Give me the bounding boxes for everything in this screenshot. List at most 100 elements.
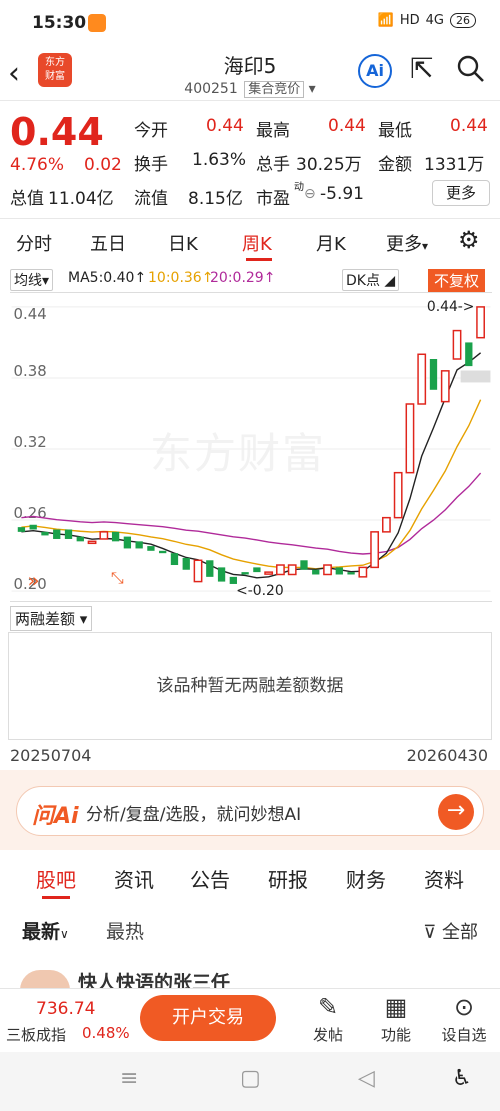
tab-news[interactable]: 资讯: [114, 864, 154, 893]
candle-down: [300, 560, 308, 570]
active-tab-indicator: [246, 258, 272, 261]
ai-prompt-text[interactable]: 分析/复盘/选股，就问妙想AI: [86, 800, 301, 825]
high-value: 0.44: [328, 116, 366, 136]
index-value[interactable]: 736.74: [36, 999, 95, 1019]
mcap-label: 总值: [10, 189, 44, 209]
avatar[interactable]: [20, 970, 70, 990]
tab-daily-k[interactable]: 日K: [168, 230, 198, 256]
low-value: 0.44: [450, 116, 488, 136]
indicator-select[interactable]: 均线▾: [10, 269, 54, 291]
grid-icon: ▦: [384, 993, 408, 1021]
sort-newest[interactable]: 最新∨: [22, 917, 69, 944]
margin-select-label: 两融差额: [15, 610, 76, 628]
candle-up: [476, 306, 485, 339]
min-price-label: <-0.20: [236, 583, 284, 599]
chart-toolbar: 均线▾ MA5:0.40↑ 10:0.36↑ 20:0.29↑ DK点 ◢ 不复…: [0, 268, 500, 292]
valuation-row: 总值 11.04亿: [10, 184, 114, 209]
arrow-right-icon[interactable]: →: [438, 794, 474, 830]
edit-icon: ✎: [317, 993, 339, 1021]
index-change[interactable]: 0.48%: [82, 1024, 130, 1042]
tab-monthly-k[interactable]: 月K: [316, 230, 346, 256]
accessibility-icon[interactable]: ♿: [452, 1066, 472, 1091]
y-tick-label: 0.32: [14, 433, 47, 451]
more-dots-icon: ⊙: [453, 993, 475, 1021]
candles: [17, 306, 485, 584]
candle-down: [17, 527, 26, 532]
filter-button[interactable]: ⊽ 全部: [423, 918, 478, 944]
turnover-label: 换手: [134, 155, 168, 175]
content-tabs: 股吧 资讯 公告 研报 财务 资料: [0, 860, 500, 900]
post-button[interactable]: ✎ 发帖: [298, 992, 358, 1045]
kline-chart[interactable]: 0.440.380.320.260.20 0.44-> <-0.20 » ⤡: [10, 292, 492, 602]
system-nav-bar: ≡ ▢ ◁ ♿: [0, 1052, 500, 1111]
home-icon[interactable]: ▢: [240, 1066, 261, 1091]
function-button[interactable]: ▦ 功能: [366, 992, 426, 1045]
battery-icon: 26: [450, 13, 476, 28]
tab-research[interactable]: 研报: [268, 864, 308, 893]
adjustment-button[interactable]: 不复权: [428, 269, 486, 292]
last-price: 0.44: [10, 110, 104, 154]
margin-empty-panel: 该品种暂无两融差额数据: [8, 632, 492, 740]
tab-announcements[interactable]: 公告: [190, 864, 230, 893]
candle-down: [76, 536, 84, 542]
info-icon[interactable]: ⊖: [304, 186, 316, 202]
candle-up: [276, 564, 285, 576]
tab-five-day[interactable]: 五日: [90, 230, 126, 256]
chevron-down-icon[interactable]: ▾: [309, 81, 316, 97]
tab-more[interactable]: 更多▾: [386, 230, 428, 256]
clock: 15:30: [32, 13, 87, 33]
candle-down: [465, 342, 473, 367]
share-icon[interactable]: ⇱: [410, 52, 433, 85]
index-name[interactable]: 三板成指: [6, 1024, 66, 1045]
volume-label: 总手: [256, 155, 290, 175]
tab-intraday[interactable]: 分时: [16, 230, 52, 256]
trade-button[interactable]: 开户交易: [140, 995, 276, 1041]
low-label: 最低: [378, 121, 412, 141]
pe-dynamic-mark: 动: [294, 182, 304, 193]
tab-profile[interactable]: 资料: [424, 864, 464, 893]
auction-tag[interactable]: 集合竞价: [244, 81, 305, 98]
period-tabs: 分时 五日 日K 周K 月K 更多▾ ⚙: [0, 222, 500, 262]
ai-icon[interactable]: Ai: [358, 54, 392, 88]
ma5-value: MA5:0.40↑: [68, 270, 147, 286]
candle-up: [287, 564, 297, 576]
function-label: 功能: [380, 1026, 411, 1044]
dk-label: DK点: [346, 273, 380, 289]
dk-point-select[interactable]: DK点 ◢: [342, 269, 400, 291]
candle-up: [417, 353, 427, 405]
gear-icon[interactable]: ⚙: [458, 226, 480, 254]
indicator-label: 均线: [14, 273, 42, 289]
candle-up: [405, 403, 415, 474]
candle-up: [358, 566, 368, 578]
candle-up: [370, 531, 380, 569]
tab-finance[interactable]: 财务: [346, 864, 386, 893]
date-end: 20260430: [406, 746, 488, 765]
tab-guba[interactable]: 股吧: [36, 864, 76, 893]
tab-weekly-k[interactable]: 周K: [242, 230, 272, 256]
candle-down: [429, 359, 438, 390]
fullscreen-icon: ⤡: [111, 568, 124, 587]
candle-down: [217, 567, 226, 582]
candle-down: [135, 541, 143, 549]
margin-select[interactable]: 两融差额 ▾: [10, 606, 93, 631]
sort-hottest[interactable]: 最热: [106, 917, 144, 944]
float-value: 8.15亿: [188, 189, 243, 209]
open-value: 0.44: [206, 116, 244, 136]
y-tick-label: 0.44: [14, 305, 47, 323]
tab-more-label: 更多: [386, 234, 422, 255]
back-icon[interactable]: ◁: [358, 1066, 375, 1091]
candle-down: [206, 560, 214, 577]
candle-up: [452, 329, 462, 360]
candle-down: [335, 567, 343, 575]
chevron-down-icon: ∨: [60, 927, 69, 941]
add-watchlist-button[interactable]: ⊙ 设自选: [434, 992, 494, 1045]
menu-icon[interactable]: ≡: [120, 1066, 138, 1091]
search-icon[interactable]: [456, 54, 486, 84]
more-quote-button[interactable]: 更多: [432, 180, 490, 206]
max-price-label: 0.44->: [427, 299, 475, 315]
candle-down: [111, 531, 120, 542]
sort-newest-label: 最新: [22, 921, 61, 943]
candle-down: [182, 557, 190, 570]
candle-up: [87, 540, 97, 545]
wifi-icon: 📶: [377, 13, 394, 28]
